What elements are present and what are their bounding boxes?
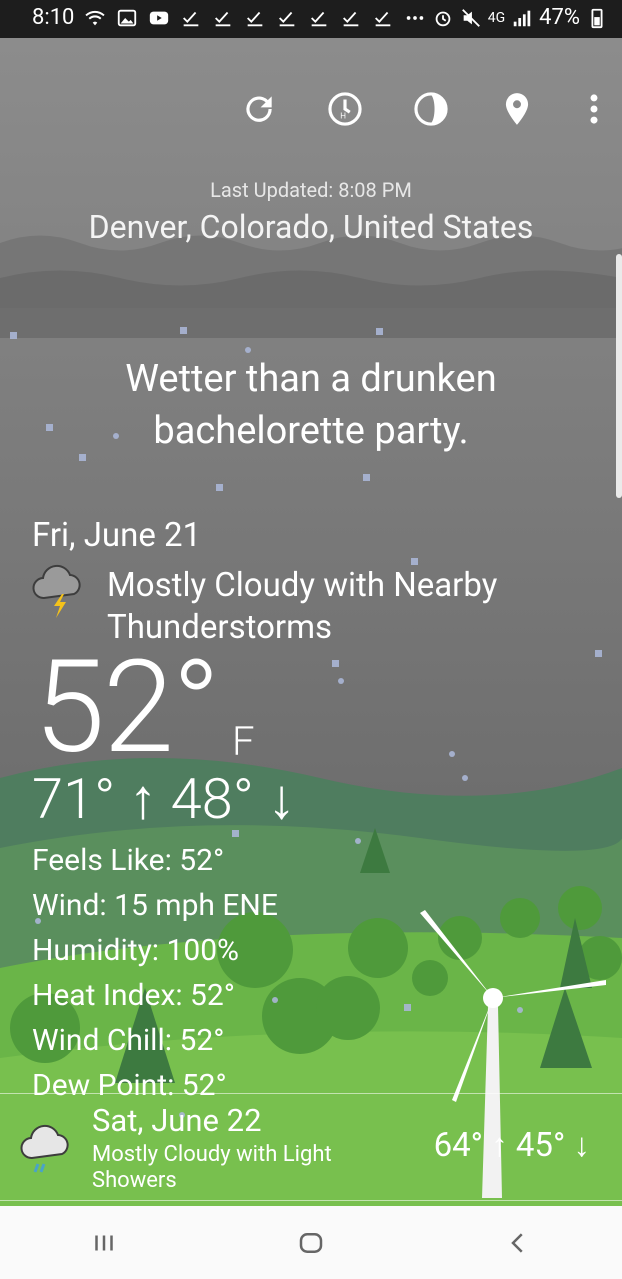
- hourly-clock-icon: H: [328, 92, 362, 126]
- network-type: 4G: [487, 9, 506, 26]
- humidity: Humidity: 100%: [32, 933, 240, 968]
- forecast-condition: Mostly Cloudy with Light Showers: [92, 1142, 332, 1193]
- weather-joke: Wetter than a drunken bachelorette party…: [125, 357, 497, 453]
- wind-chill: Wind Chill: 52°: [32, 1023, 225, 1058]
- refresh-icon: [246, 96, 272, 122]
- check-icon: [183, 11, 199, 26]
- check-icon: [279, 11, 295, 26]
- forecast-row[interactable]: Sat, June 22 Mostly Cloudy with Light Sh…: [0, 1093, 622, 1201]
- today-high-low: 71° ↑ 48° ↓: [32, 766, 296, 832]
- weather-details: Feels Like: 52° Wind: 15 mph ENE Humidit…: [32, 838, 278, 1108]
- location-button[interactable]: [498, 90, 536, 128]
- check-icon: [343, 11, 359, 26]
- forecast-date: Sat, June 22: [92, 1102, 262, 1139]
- back-button[interactable]: [478, 1213, 558, 1273]
- navigation-bar: [0, 1206, 622, 1279]
- wifi-icon: [85, 10, 106, 25]
- feels-like: Feels Like: 52°: [32, 843, 225, 878]
- current-temperature: 52°: [34, 633, 220, 783]
- home-icon: [299, 1232, 323, 1253]
- signal-icon: [513, 10, 531, 26]
- mute-icon: [461, 8, 480, 27]
- hourly-button[interactable]: H: [326, 90, 364, 128]
- showers-cloud-icon: [20, 1124, 69, 1173]
- heat-index: Heat Index: 52°: [32, 978, 235, 1013]
- location-pin-icon: [505, 93, 529, 125]
- check-icon: [311, 11, 327, 26]
- check-icon: [247, 11, 263, 26]
- overflow-menu-icon: [590, 94, 598, 124]
- radar-button[interactable]: [412, 90, 450, 128]
- recent-apps-icon: [94, 1235, 113, 1250]
- image-icon: [118, 9, 137, 26]
- last-updated: Last Updated: 8:08 PM: [210, 178, 412, 202]
- today-date: Fri, June 21: [32, 516, 202, 555]
- temperature-unit: F: [232, 718, 255, 765]
- thunderstorm-cloud-icon: [32, 564, 81, 618]
- back-icon: [511, 1232, 523, 1253]
- status-bar: 8:10 4G 47%: [0, 0, 622, 38]
- refresh-button[interactable]: [240, 90, 278, 128]
- location-title[interactable]: Denver, Colorado, United States: [0, 208, 622, 246]
- toolbar: H: [240, 90, 604, 128]
- scrollbar[interactable]: [616, 254, 622, 498]
- youtube-icon: [150, 11, 169, 24]
- check-icon: [215, 11, 231, 26]
- recent-apps-button[interactable]: [64, 1213, 144, 1273]
- overflow-menu-button[interactable]: [584, 90, 604, 128]
- alarm-icon: [435, 11, 451, 26]
- home-button[interactable]: [271, 1213, 351, 1273]
- weather-scene: H Last Updated: 8:08 PM Denver, Colorado…: [0, 38, 622, 1206]
- more-notifications-icon: [407, 15, 424, 20]
- svg-text:H: H: [340, 112, 346, 121]
- check-icon: [375, 11, 391, 26]
- status-time: 8:10: [32, 5, 75, 30]
- battery-percent: 47%: [539, 5, 580, 30]
- wind: Wind: 15 mph ENE: [32, 888, 278, 923]
- forecast-high-low: 64° ↑ 45° ↓: [433, 1126, 590, 1165]
- battery-icon: [591, 8, 603, 28]
- radar-icon: [414, 92, 448, 126]
